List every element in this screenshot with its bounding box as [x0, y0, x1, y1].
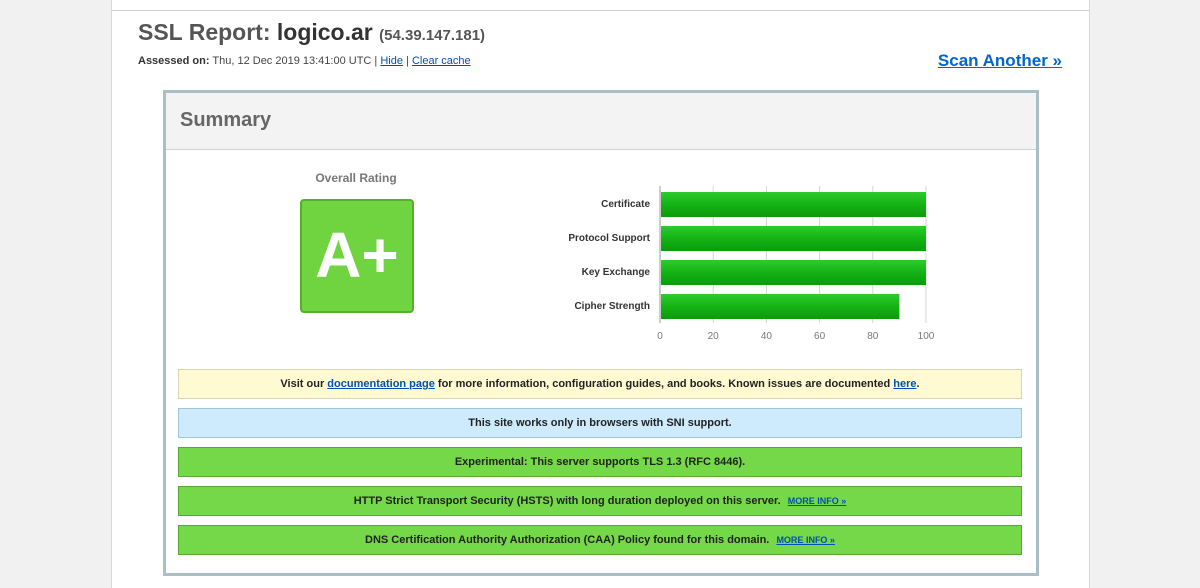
tick-label-80: 80	[867, 331, 879, 341]
summary-header: Summary	[166, 93, 1036, 150]
docs-text-middle: for more information, configuration guid…	[437, 378, 891, 390]
tick-label-40: 40	[761, 331, 773, 341]
bar-label-key-exchange: Key Exchange	[581, 267, 650, 278]
scan-another-link[interactable]: Scan Another »	[938, 51, 1062, 71]
bar-label-cipher-strength: Cipher Strength	[574, 301, 650, 312]
caa-more-info-link[interactable]: MORE INFO »	[776, 535, 835, 545]
page-title: SSL Report: logico.ar (54.39.147.181)	[138, 19, 485, 46]
docs-text-before: Visit our	[280, 378, 325, 390]
report-host: logico.ar	[276, 19, 373, 45]
tick-label-0: 0	[657, 331, 663, 341]
report-page: SSL Report: logico.ar (54.39.147.181) As…	[111, 0, 1090, 588]
hsts-more-info-link[interactable]: MORE INFO »	[788, 496, 847, 506]
tick-label-60: 60	[814, 331, 826, 341]
caa-text: DNS Certification Authority Authorizatio…	[365, 534, 770, 546]
clear-cache-link[interactable]: Clear cache	[412, 55, 471, 67]
tls13-text: Experimental: This server supports TLS 1…	[454, 456, 746, 468]
bar-label-certificate: Certificate	[601, 199, 650, 210]
hsts-text: HTTP Strict Transport Security (HSTS) wi…	[353, 495, 781, 507]
sni-notice: This site works only in browsers with SN…	[178, 408, 1022, 438]
caa-notice: DNS Certification Authority Authorizatio…	[178, 525, 1022, 555]
bar-label-protocol-support: Protocol Support	[568, 233, 650, 244]
tick-label-20: 20	[708, 331, 720, 341]
bar-protocol-support	[661, 226, 926, 251]
title-prefix: SSL Report:	[138, 19, 271, 45]
known-issues-link[interactable]: here	[893, 378, 916, 390]
assessed-value: Thu, 12 Dec 2019 13:41:00 UTC |	[212, 55, 378, 67]
summary-panel: Summary Overall Rating A+ Certificate Pr…	[163, 90, 1039, 576]
assessed-info: Assessed on: Thu, 12 Dec 2019 13:41:00 U…	[138, 55, 471, 67]
documentation-notice: Visit our documentation page for more in…	[178, 369, 1022, 399]
tick-label-100: 100	[918, 331, 935, 341]
assessed-label: Assessed on:	[138, 55, 210, 67]
chart-bars	[661, 192, 926, 319]
tls13-notice: Experimental: This server supports TLS 1…	[178, 447, 1022, 477]
bar-key-exchange	[661, 260, 926, 285]
bar-certificate	[661, 192, 926, 217]
summary-title: Summary	[180, 109, 272, 131]
overall-grade-badge: A+	[300, 199, 414, 313]
overall-rating-label: Overall Rating	[315, 171, 397, 185]
report-ip: (54.39.147.181)	[379, 27, 486, 44]
docs-text-after: .	[916, 378, 920, 390]
bar-cipher-strength	[661, 294, 900, 319]
sni-text: This site works only in browsers with SN…	[468, 417, 732, 429]
top-divider	[112, 10, 1089, 11]
hide-link[interactable]: Hide	[380, 55, 403, 67]
hsts-notice: HTTP Strict Transport Security (HSTS) wi…	[178, 486, 1022, 516]
documentation-page-link[interactable]: documentation page	[327, 378, 435, 390]
link-separator: |	[406, 55, 409, 67]
chart-tick-labels: 0 20 40 60 80 100	[657, 331, 935, 341]
rating-bar-chart: 0 20 40 60 80 100	[657, 186, 935, 341]
